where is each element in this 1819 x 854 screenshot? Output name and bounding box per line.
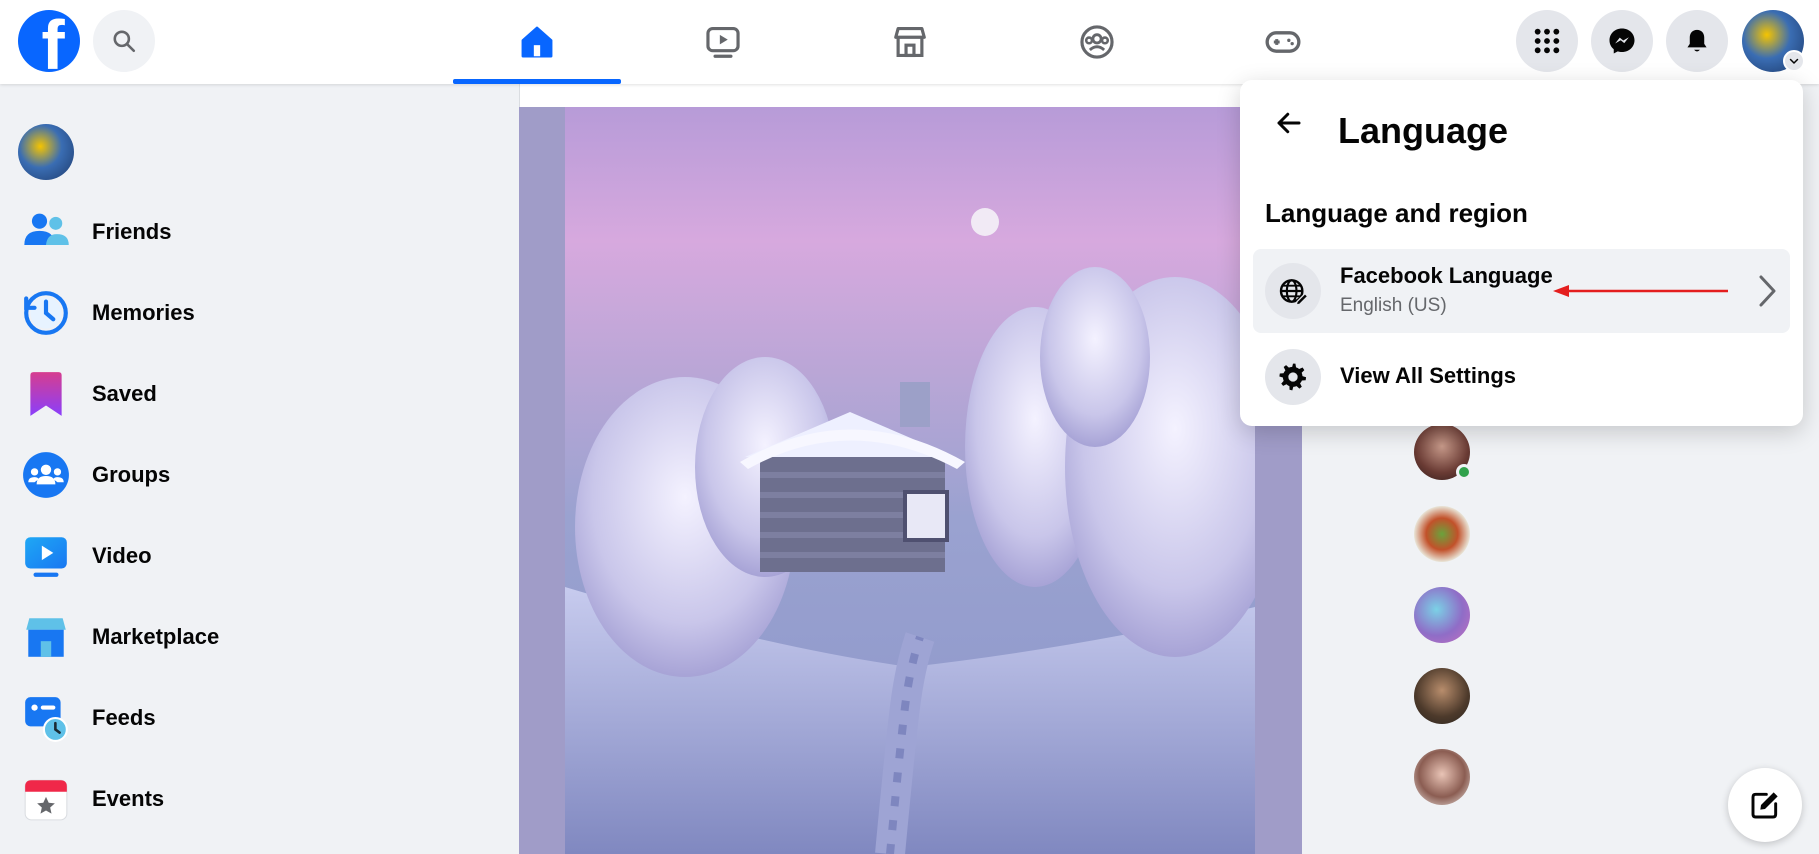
sidebar-item-label: Events xyxy=(92,786,165,811)
language-settings-panel: Language Language and region Facebook La… xyxy=(1240,80,1803,426)
contact-avatar[interactable] xyxy=(1414,506,1470,562)
tab-marketplace[interactable] xyxy=(826,0,994,84)
tab-video[interactable] xyxy=(639,0,807,84)
groups-icon xyxy=(1080,25,1114,59)
events-icon xyxy=(18,771,74,827)
marketplace-icon xyxy=(894,26,926,58)
saved-icon xyxy=(18,366,74,422)
view-all-settings-option[interactable]: View All Settings xyxy=(1253,341,1790,413)
search-button[interactable] xyxy=(93,10,155,72)
sidebar-item-label: Video xyxy=(92,543,152,568)
top-navigation-bar: f xyxy=(0,0,1819,84)
sidebar-item-saved[interactable]: Saved xyxy=(18,358,157,430)
sidebar-item-friends[interactable]: Friends xyxy=(18,196,171,268)
marketplace-icon xyxy=(18,609,74,665)
groups-icon xyxy=(18,447,74,503)
post-photo[interactable] xyxy=(519,107,1302,854)
sidebar-item-memories[interactable]: Memories xyxy=(18,277,195,349)
current-language-value: English (US) xyxy=(1340,295,1447,316)
home-icon xyxy=(521,26,553,58)
menu-grid-icon xyxy=(1534,28,1560,54)
account-chevron[interactable] xyxy=(1783,50,1805,72)
chevron-down-icon xyxy=(1789,58,1799,64)
facebook-logo[interactable]: f xyxy=(18,10,80,72)
sidebar-item-label: Feeds xyxy=(92,705,156,730)
gaming-icon xyxy=(1265,31,1301,53)
sidebar-item-marketplace[interactable]: Marketplace xyxy=(18,601,219,673)
panel-title: Language xyxy=(1338,110,1509,151)
sidebar-item-label: Memories xyxy=(92,300,195,325)
arrow-left-icon xyxy=(1277,112,1301,134)
sidebar-profile-avatar[interactable] xyxy=(18,124,74,180)
contact-avatar[interactable] xyxy=(1414,749,1470,805)
option-label: View All Settings xyxy=(1340,363,1517,388)
sidebar-item-label: Groups xyxy=(92,462,171,487)
winter-cabin-image xyxy=(565,107,1255,854)
menu-button[interactable] xyxy=(1516,10,1578,72)
gear-icon xyxy=(1265,349,1321,405)
sidebar-item-video[interactable]: Video xyxy=(18,520,152,592)
video-icon xyxy=(18,528,74,584)
chevron-right-icon xyxy=(1753,273,1781,309)
contact-avatar[interactable] xyxy=(1414,668,1470,724)
notifications-icon xyxy=(1687,29,1707,52)
option-label: Facebook Language xyxy=(1340,263,1553,288)
video-icon xyxy=(706,26,740,58)
logo-letter: f xyxy=(41,10,65,72)
sidebar-item-label: Saved xyxy=(92,381,157,406)
memories-icon xyxy=(18,285,74,341)
sidebar-item-groups[interactable]: Groups xyxy=(18,439,170,511)
compose-icon xyxy=(1751,792,1778,819)
notifications-button[interactable] xyxy=(1666,10,1728,72)
facebook-language-option[interactable]: Facebook Language English (US) xyxy=(1253,249,1790,333)
new-message-button[interactable] xyxy=(1728,768,1802,842)
online-status-indicator xyxy=(1456,464,1472,480)
messenger-icon xyxy=(1609,28,1635,54)
search-icon xyxy=(113,30,136,53)
section-heading: Language and region xyxy=(1265,198,1528,228)
tab-home[interactable] xyxy=(453,0,621,84)
annotation-arrow xyxy=(1553,285,1728,297)
tab-gaming[interactable] xyxy=(1199,0,1367,84)
feeds-icon xyxy=(18,690,74,746)
globe-edit-icon xyxy=(1265,263,1321,319)
sidebar-item-label: Marketplace xyxy=(92,624,220,649)
sidebar-item-events[interactable]: Events xyxy=(18,763,164,835)
sidebar-item-label: Friends xyxy=(92,219,172,244)
left-sidebar: Friends Memories Saved Groups Video Mark… xyxy=(0,84,520,854)
friends-icon xyxy=(18,204,74,260)
sidebar-item-feeds[interactable]: Feeds xyxy=(18,682,156,754)
back-button[interactable] xyxy=(1264,98,1314,148)
contact-avatar[interactable] xyxy=(1414,587,1470,643)
messenger-button[interactable] xyxy=(1591,10,1653,72)
tab-groups[interactable] xyxy=(1013,0,1181,84)
